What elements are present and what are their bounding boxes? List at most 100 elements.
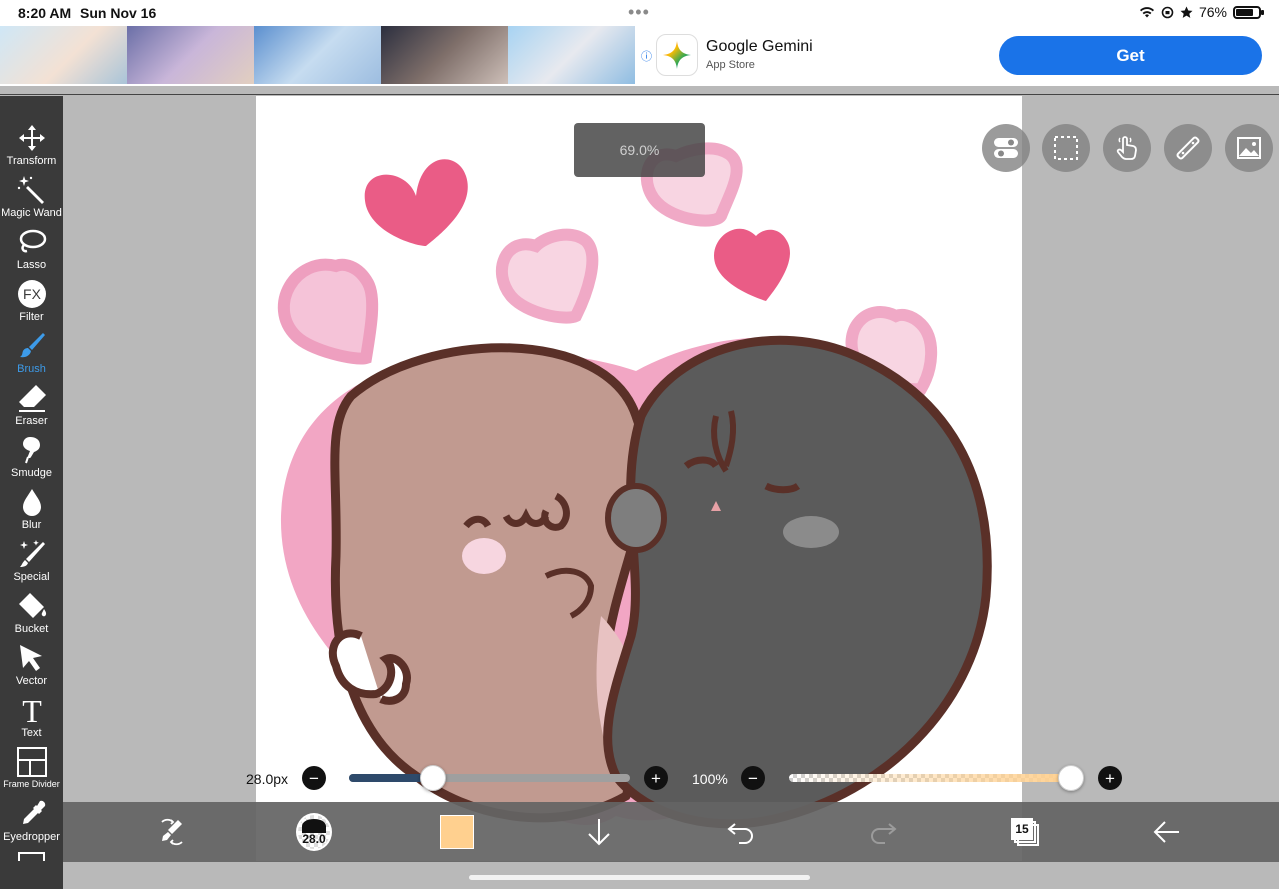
redo-button[interactable]: [865, 814, 901, 850]
lasso-icon: [19, 229, 46, 253]
tool-transform[interactable]: Transform: [0, 120, 63, 172]
tool-vector[interactable]: Vector: [0, 640, 63, 692]
tool-label: Transform: [6, 155, 57, 167]
dashed-selection-icon: [1054, 136, 1078, 160]
tool-frame-divider[interactable]: Frame Divider: [0, 744, 63, 796]
tool-brush[interactable]: Brush: [0, 328, 63, 380]
ad-image-strip[interactable]: [0, 26, 635, 84]
ruler-icon: [1176, 136, 1200, 160]
back-button[interactable]: [1149, 814, 1185, 850]
status-time: 8:20 AM: [18, 5, 72, 21]
undo-icon: [727, 823, 753, 844]
magic-wand-icon: [17, 176, 44, 204]
brush-size-track[interactable]: [349, 774, 630, 782]
layers-count: 15: [1015, 822, 1029, 836]
color-picker-button[interactable]: [439, 814, 475, 850]
zoom-level-badge: 69.0%: [574, 123, 705, 177]
opacity-plus-button[interactable]: +: [1098, 766, 1122, 790]
tool-label: Text: [21, 727, 42, 739]
smudge-icon: [22, 437, 40, 464]
eyedropper-icon: [22, 800, 45, 824]
undo-button[interactable]: [723, 814, 759, 850]
arrow-down-icon: [588, 819, 610, 846]
ruler-button[interactable]: [1164, 124, 1212, 172]
bottom-toolbar: 28.0 15: [63, 802, 1279, 862]
divider: [0, 94, 1279, 95]
text-icon: T: [22, 694, 42, 726]
selection-button[interactable]: [1042, 124, 1090, 172]
tool-eraser[interactable]: Eraser: [0, 380, 63, 432]
tool-label: Special: [13, 571, 50, 583]
tool-bucket[interactable]: Bucket: [0, 588, 63, 640]
tool-smudge[interactable]: Smudge: [0, 432, 63, 484]
battery-icon: [1233, 5, 1264, 19]
multitasking-dots[interactable]: •••: [628, 2, 650, 23]
drop-icon: [22, 489, 41, 516]
status-bar: 8:20 AM Sun Nov 16 ••• 76%: [0, 0, 1279, 26]
brush-size-plus-button[interactable]: +: [644, 766, 668, 790]
opacity-minus-button[interactable]: −: [741, 766, 765, 790]
tool-label: Frame Divider: [3, 779, 60, 789]
status-icons: 76%: [1139, 4, 1264, 20]
tool-label: Lasso: [16, 259, 47, 271]
opacity-track[interactable]: [789, 774, 1071, 782]
tool-magic-wand[interactable]: Magic Wand: [0, 172, 63, 224]
opacity-label: 100%: [692, 771, 728, 787]
tool-label: Eraser: [15, 415, 48, 427]
layers-button[interactable]: 15: [1007, 814, 1043, 850]
brush-size-preview-button[interactable]: 28.0: [296, 813, 332, 851]
ad-image: [381, 26, 508, 84]
drawing-canvas[interactable]: [256, 96, 1022, 861]
sparkle-brush-icon: [19, 540, 45, 567]
ad-image: [0, 26, 127, 84]
eraser-icon: [18, 385, 46, 412]
tool-label: Brush: [17, 363, 46, 375]
tool-filter[interactable]: FX Filter: [0, 276, 63, 328]
tool-special[interactable]: Special: [0, 536, 63, 588]
tool-label: Eyedropper: [3, 831, 60, 843]
swap-brush-eraser-button[interactable]: [154, 814, 190, 850]
left-toolbar: Transform Magic Wand Lasso FX Filter Bru…: [0, 96, 63, 889]
arrow-left-icon: [1153, 821, 1179, 843]
tool-label: Blur: [21, 519, 42, 531]
frame-divider-icon: [16, 747, 47, 777]
gemini-app-icon[interactable]: [656, 34, 698, 76]
tool-label: Magic Wand: [1, 207, 62, 219]
more-tools-icon[interactable]: [18, 852, 45, 861]
image-icon: [1237, 137, 1261, 159]
ad-image: [254, 26, 381, 84]
opacity-fill: [789, 774, 1071, 782]
opacity-thumb[interactable]: [1058, 765, 1084, 791]
tool-blur[interactable]: Blur: [0, 484, 63, 536]
toggle-switch-icon: [994, 138, 1018, 158]
artwork-illustration: [277, 142, 992, 829]
tool-label: Bucket: [14, 623, 49, 635]
ad-image: [508, 26, 635, 84]
brush-size-label: 28.0px: [246, 771, 289, 787]
star-icon: [1180, 6, 1193, 18]
brush-eraser-swap-icon: [161, 818, 183, 846]
brush-icon: [19, 333, 45, 358]
tool-eyedropper[interactable]: Eyedropper: [0, 796, 63, 848]
redo-icon: [871, 823, 897, 844]
tool-text[interactable]: T Text: [0, 692, 63, 744]
home-indicator[interactable]: [469, 875, 810, 880]
image-button[interactable]: [1225, 124, 1273, 172]
ad-banner[interactable]: ⓘ Google Gemini App Store Get: [0, 26, 1279, 86]
fx-icon: FX: [17, 280, 46, 308]
ad-image: [127, 26, 254, 84]
current-color-swatch: [440, 815, 474, 849]
ad-info-icon[interactable]: ⓘ: [641, 48, 652, 64]
battery-percent: 76%: [1198, 4, 1227, 20]
ad-title: Google Gemini: [706, 38, 813, 55]
tool-label: Vector: [15, 675, 48, 687]
wifi-icon: [1139, 7, 1154, 18]
touch-button[interactable]: [1103, 124, 1151, 172]
import-button[interactable]: [581, 814, 617, 850]
brush-size-minus-button[interactable]: −: [302, 766, 326, 790]
svg-text:FX: FX: [23, 286, 42, 302]
tool-lasso[interactable]: Lasso: [0, 224, 63, 276]
battery-level: [1236, 8, 1253, 16]
toggle-switch-button[interactable]: [982, 124, 1030, 172]
ad-get-button[interactable]: Get: [999, 36, 1262, 75]
